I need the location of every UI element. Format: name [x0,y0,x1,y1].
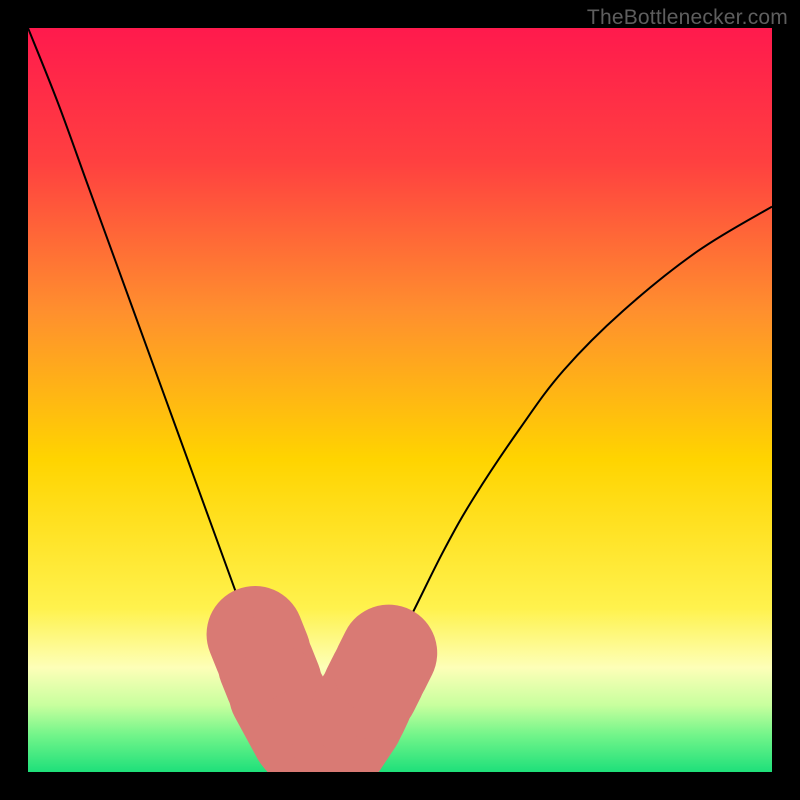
marker-segments [255,634,389,743]
marker-dash [381,653,388,668]
plot-area [28,28,772,772]
curve-layer [28,28,772,772]
watermark-label: TheBottlenecker.com [587,6,788,30]
chart-frame: TheBottlenecker.com [0,0,800,800]
